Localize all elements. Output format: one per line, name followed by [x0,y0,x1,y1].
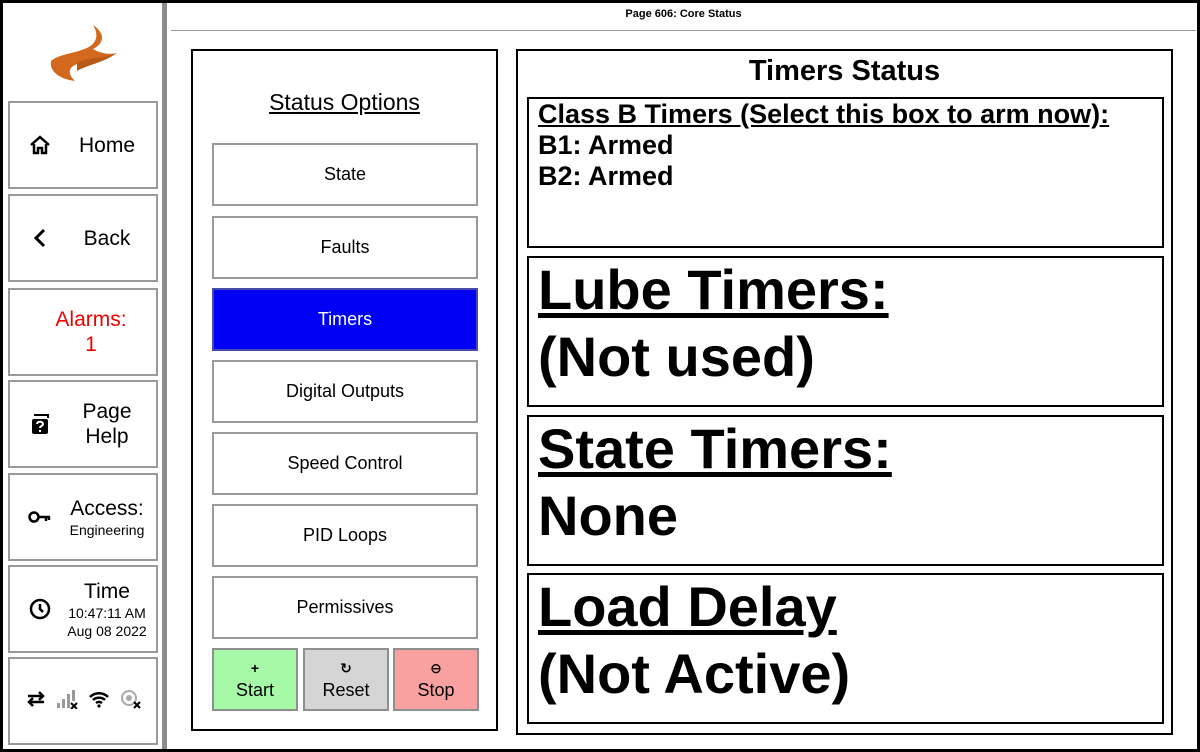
minus-circle-icon: ⊖ [430,659,442,676]
stop-label: Stop [417,679,455,700]
state-timers-value: None [538,484,678,547]
cell-signal-off-icon [56,689,79,714]
lube-timers-box: Lube Timers: (Not used) [527,256,1164,407]
help-book-icon [28,412,52,436]
home-button[interactable]: Home [8,101,158,189]
clock-icon [28,597,52,621]
alarms-button[interactable]: Alarms: 1 [8,288,158,376]
company-logo [47,23,121,89]
b1-status: B1: Armed [538,130,674,160]
option-faults-button[interactable]: Faults [212,216,478,279]
option-digital-outputs-button[interactable]: Digital Outputs [212,360,478,423]
home-label: Home [78,133,136,157]
start-label: Start [235,679,274,700]
class-b-timers-box[interactable]: Class B Timers (Select this box to arm n… [527,97,1164,248]
time-button[interactable]: Time 10:47:11 AM Aug 08 2022 [8,565,158,653]
timers-status-panel: Timers Status Class B Timers (Select thi… [516,49,1173,735]
option-state-button[interactable]: State [212,143,478,206]
chevron-left-icon [28,226,52,250]
key-icon [28,505,52,529]
status-options-panel: Status Options State Faults Timers Digit… [191,49,498,731]
b2-status: B2: Armed [538,161,674,191]
lube-timers-title: Lube Timers: [538,258,889,321]
back-button[interactable]: Back [8,194,158,282]
connectivity-status [8,657,158,745]
access-level: Engineering [69,521,145,538]
status-options-heading: Status Options [269,89,420,115]
refresh-icon: ↻ [340,659,352,676]
option-pid-loops-button[interactable]: PID Loops [212,504,478,567]
start-button[interactable]: + Start [212,648,298,711]
page-title: Page 606: Core Status [625,8,742,20]
time-value: 10:47:11 AM [68,604,146,621]
alarms-count: 1 [85,333,97,356]
title-divider [171,30,1196,31]
help-label-line2: Help [85,425,129,448]
stop-button[interactable]: ⊖ Stop [393,648,479,711]
state-timers-title: State Timers: [538,417,892,480]
reset-label: Reset [322,679,370,700]
timers-status-heading: Timers Status [748,55,941,87]
help-label-line1: Page [82,400,132,423]
lube-timers-value: (Not used) [538,325,815,388]
load-delay-title: Load Delay [538,575,837,638]
sidebar-divider [162,3,167,749]
time-label: Time [84,579,130,603]
back-label: Back [83,226,131,250]
home-icon [28,133,52,157]
access-button[interactable]: Access: Engineering [8,473,158,561]
alarms-label: Alarms: [55,308,127,331]
option-speed-control-button[interactable]: Speed Control [212,432,478,495]
load-delay-value: (Not Active) [538,642,851,705]
option-timers-button[interactable]: Timers [212,288,478,351]
access-label: Access: [70,496,144,520]
option-permissives-button[interactable]: Permissives [212,576,478,639]
class-b-title: Class B Timers (Select this box to arm n… [538,99,1110,129]
wifi-icon [88,690,110,713]
date-value: Aug 08 2022 [67,622,147,639]
swap-arrows-icon [25,690,47,713]
reset-button[interactable]: ↻ Reset [303,648,389,711]
load-delay-box: Load Delay (Not Active) [527,573,1164,724]
sidebar: Home Back Alarms: 1 Page Help Access: En… [3,3,162,749]
state-timers-box: State Timers: None [527,415,1164,566]
page-help-button[interactable]: Page Help [8,380,158,468]
plus-icon: + [250,659,260,676]
gps-off-icon [119,689,141,714]
